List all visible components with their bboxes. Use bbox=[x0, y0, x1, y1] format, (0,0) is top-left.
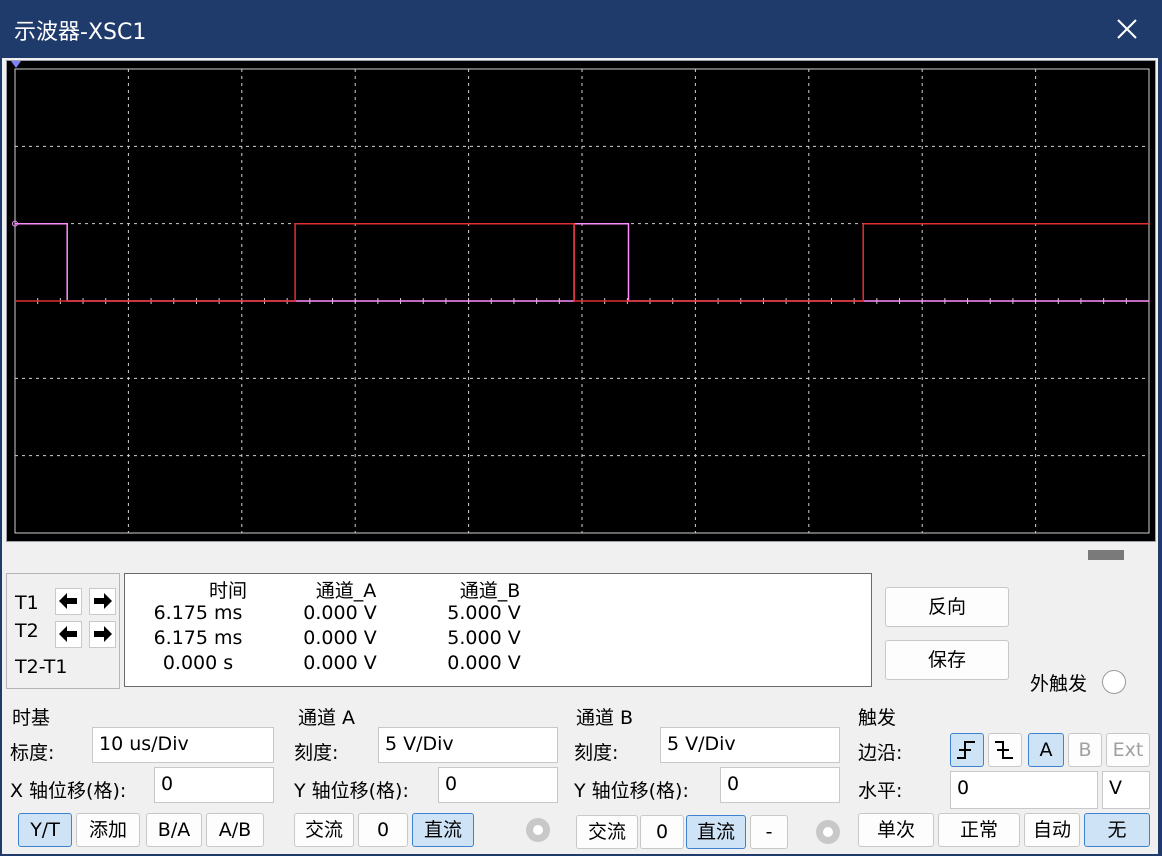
trigger-marker-icon bbox=[11, 61, 21, 68]
oscilloscope-panel: T1 T2 T2-T1 时间 通道_A 通道_B 6.175 ms 0.000 … bbox=[2, 58, 1158, 854]
close-button[interactable] bbox=[1110, 12, 1144, 46]
trigger-edge-label: 边沿: bbox=[858, 742, 903, 764]
channel-a-scale-label: 刻度: bbox=[294, 742, 339, 764]
trigger-source-a-button[interactable]: A bbox=[1028, 733, 1064, 767]
channel-b-color-knob[interactable] bbox=[816, 820, 840, 844]
falling-edge-button[interactable] bbox=[988, 733, 1022, 767]
cursor-readout-table: 时间 通道_A 通道_B 6.175 ms 0.000 V 5.000 V 6.… bbox=[124, 573, 872, 687]
t2-right-button[interactable] bbox=[89, 621, 116, 648]
trigger-title: 触发 bbox=[858, 707, 897, 729]
timebase-scale-input[interactable]: 10 us/Div bbox=[92, 727, 274, 763]
t2-channel-a: 0.000 V bbox=[303, 627, 377, 649]
channel-b-dc-button[interactable]: 直流 bbox=[686, 815, 746, 849]
t2-channel-b: 5.000 V bbox=[447, 627, 521, 649]
trigger-level-input[interactable]: 0 bbox=[950, 771, 1098, 809]
channel-b-invert-button[interactable]: - bbox=[750, 815, 788, 849]
channel-b-scale-input[interactable]: 5 V/Div bbox=[660, 727, 840, 763]
trigger-level-unit[interactable]: V bbox=[1102, 771, 1150, 809]
rising-edge-button[interactable] bbox=[950, 733, 984, 767]
channel-b-ypos-input[interactable]: 0 bbox=[720, 767, 840, 803]
channel-b-scale-label: 刻度: bbox=[574, 742, 619, 764]
channel-a-ypos-input[interactable]: 0 bbox=[438, 767, 558, 803]
channel-b-ypos-label: Y 轴位移(格): bbox=[574, 780, 689, 802]
trigger-source-b-button[interactable]: B bbox=[1068, 733, 1102, 767]
trigger-none-button[interactable]: 无 bbox=[1084, 813, 1150, 847]
t2-label: T2 bbox=[15, 620, 39, 642]
channel-a-ac-button[interactable]: 交流 bbox=[294, 813, 354, 847]
mode-ba-button[interactable]: B/A bbox=[146, 813, 202, 847]
timebase-scale-label: 标度: bbox=[10, 742, 55, 764]
mode-yt-button[interactable]: Y/T bbox=[18, 813, 72, 847]
expand-handle[interactable] bbox=[1088, 550, 1124, 560]
waveform-display bbox=[11, 61, 1150, 534]
ext-trigger-label: 外触发 bbox=[1030, 673, 1088, 695]
trigger-source-ext-button[interactable]: Ext bbox=[1106, 733, 1150, 767]
mode-ab-button[interactable]: A/B bbox=[206, 813, 264, 847]
header-channel-a: 通道_A bbox=[315, 580, 377, 602]
t1-label: T1 bbox=[15, 592, 39, 614]
x-position-input[interactable]: 0 bbox=[154, 767, 274, 803]
falling-edge-icon bbox=[995, 741, 1013, 759]
diff-channel-a: 0.000 V bbox=[303, 652, 377, 674]
channel-b-zero-button[interactable]: 0 bbox=[640, 815, 684, 849]
diff-time: 0.000 s bbox=[162, 652, 234, 674]
channel-a-title: 通道 A bbox=[298, 707, 356, 729]
t2-time: 6.175 ms bbox=[153, 627, 243, 649]
channel-a-scale-input[interactable]: 5 V/Div bbox=[378, 727, 558, 763]
title-bar: 示波器-XSC1 bbox=[0, 0, 1162, 58]
header-channel-b: 通道_B bbox=[459, 580, 521, 602]
x-position-label: X 轴位移(格): bbox=[10, 780, 127, 802]
header-time: 时间 bbox=[208, 580, 247, 602]
diff-channel-b: 0.000 V bbox=[447, 652, 521, 674]
t1-time: 6.175 ms bbox=[153, 602, 243, 624]
trigger-normal-button[interactable]: 正常 bbox=[938, 813, 1020, 847]
window-title: 示波器-XSC1 bbox=[14, 20, 147, 45]
reverse-button[interactable]: 反向 bbox=[885, 587, 1009, 627]
channel-a-ypos-label: Y 轴位移(格): bbox=[294, 780, 409, 802]
cursor-readout-area: T1 T2 T2-T1 时间 通道_A 通道_B 6.175 ms 0.000 … bbox=[6, 573, 1154, 695]
arrow-left-icon bbox=[59, 593, 77, 609]
oscilloscope-screen bbox=[6, 60, 1156, 542]
t1-channel-b: 5.000 V bbox=[447, 602, 521, 624]
trigger-single-button[interactable]: 单次 bbox=[858, 813, 934, 847]
rising-edge-icon bbox=[957, 741, 975, 759]
timebase-title: 时基 bbox=[12, 707, 51, 729]
arrow-right-icon bbox=[94, 593, 112, 609]
arrow-left-icon bbox=[59, 626, 77, 642]
trigger-level-label: 水平: bbox=[858, 780, 903, 802]
mode-add-button[interactable]: 添加 bbox=[76, 813, 140, 847]
trigger-auto-button[interactable]: 自动 bbox=[1024, 813, 1080, 847]
t1-channel-a: 0.000 V bbox=[303, 602, 377, 624]
t2-left-button[interactable] bbox=[55, 621, 82, 648]
cursor-controls: T1 T2 T2-T1 bbox=[6, 573, 120, 689]
channel-a-dc-button[interactable]: 直流 bbox=[412, 813, 474, 847]
channel-b-ac-button[interactable]: 交流 bbox=[576, 815, 638, 849]
ext-trigger-radio[interactable] bbox=[1102, 670, 1126, 694]
channel-a-color-knob[interactable] bbox=[526, 818, 550, 842]
t2-t1-label: T2-T1 bbox=[15, 656, 68, 678]
t1-left-button[interactable] bbox=[55, 588, 82, 615]
close-icon bbox=[1117, 19, 1137, 39]
arrow-right-icon bbox=[94, 626, 112, 642]
channel-a-zero-button[interactable]: 0 bbox=[358, 813, 408, 847]
t1-right-button[interactable] bbox=[89, 588, 116, 615]
trace-a bbox=[15, 222, 1149, 302]
trace-b bbox=[15, 222, 1149, 302]
save-button[interactable]: 保存 bbox=[885, 640, 1009, 680]
channel-b-title: 通道 B bbox=[576, 707, 634, 729]
